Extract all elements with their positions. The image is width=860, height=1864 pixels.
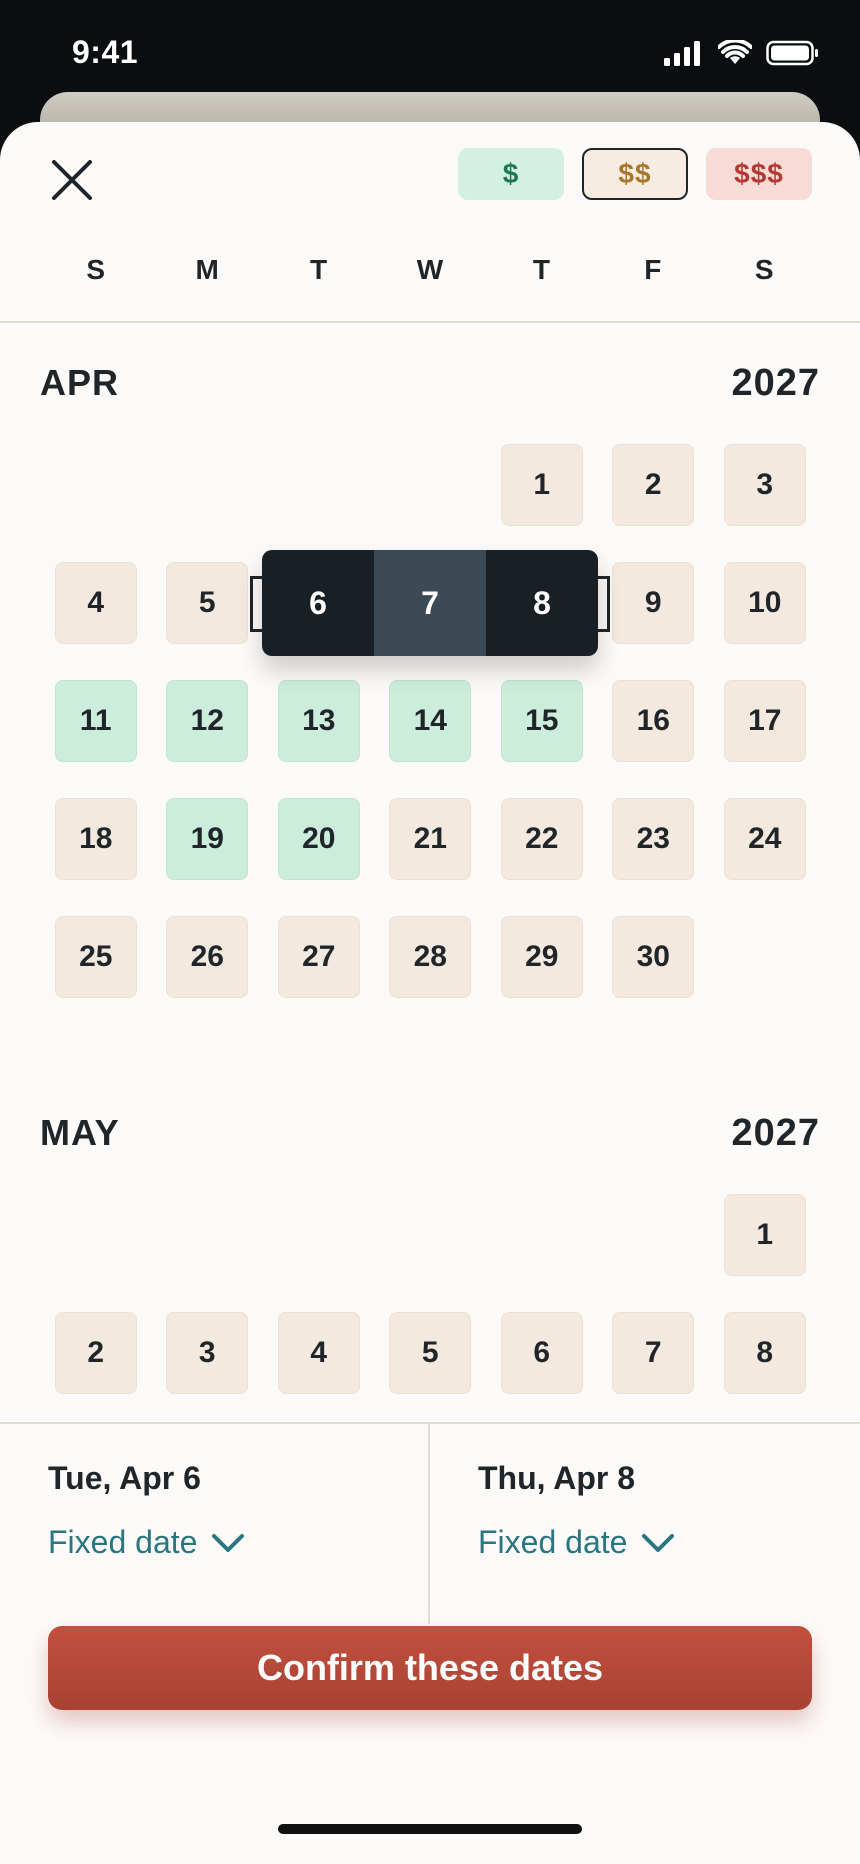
price-filter-mid[interactable]: $$	[582, 148, 688, 200]
calendar-day[interactable]: 30	[612, 916, 695, 998]
calendar-day[interactable]: 5	[166, 562, 249, 644]
end-date-mode-dropdown[interactable]: Fixed date	[478, 1524, 675, 1561]
weekday-label: T	[532, 254, 550, 285]
divider	[0, 321, 860, 323]
price-filter-high[interactable]: $$$	[706, 148, 812, 200]
weekday-label: F	[644, 254, 662, 285]
close-icon	[52, 160, 92, 200]
wifi-icon	[718, 40, 752, 64]
calendar-day[interactable]: 12	[166, 680, 249, 762]
calendar-day[interactable]: 15	[500, 680, 583, 762]
calendar-day[interactable]: 29	[500, 916, 583, 998]
close-button[interactable]	[42, 150, 102, 210]
calendar-day[interactable]: 2	[54, 1312, 137, 1394]
calendar-day[interactable]: 2	[612, 444, 695, 526]
weekday-header: S M T W T F S	[40, 254, 820, 314]
calendar-day[interactable]: 20	[277, 798, 360, 880]
calendar-day[interactable]: 21	[389, 798, 472, 880]
calendar-day[interactable]: 11	[54, 680, 137, 762]
weekday-label: S	[754, 254, 774, 285]
month-year: 2027	[731, 361, 820, 404]
calendar-day[interactable]: 27	[277, 916, 360, 998]
selected-day-middle[interactable]: 7	[374, 550, 486, 656]
end-date-column: Thu, Apr 8 Fixed date	[430, 1424, 860, 1624]
calendar-day[interactable]: 1	[723, 1194, 806, 1276]
calendar-day[interactable]: 9	[612, 562, 695, 644]
start-date-mode-label: Fixed date	[48, 1524, 198, 1560]
confirm-dates-button[interactable]: Confirm these dates	[48, 1626, 812, 1710]
date-summary-panel: Tue, Apr 6 Fixed date Thu, Apr 8 Fixed d…	[0, 1422, 860, 1864]
calendar-day[interactable]: 18	[54, 798, 137, 880]
calendar-day[interactable]: 28	[389, 916, 472, 998]
start-date-mode-dropdown[interactable]: Fixed date	[48, 1524, 245, 1561]
chevron-down-icon	[642, 1533, 675, 1552]
calendar-day[interactable]: 19	[166, 798, 249, 880]
selected-day-start[interactable]: 6	[262, 550, 374, 656]
signal-icon	[664, 41, 700, 66]
calendar-day[interactable]: 1	[500, 444, 583, 526]
weekday-label: S	[86, 254, 106, 285]
selected-day-end[interactable]: 8	[486, 550, 598, 656]
range-end-handle[interactable]	[596, 576, 610, 632]
calendar-day[interactable]: 22	[500, 798, 583, 880]
calendar-day[interactable]: 16	[612, 680, 695, 762]
calendar-day[interactable]: 23	[612, 798, 695, 880]
end-date-mode-label: Fixed date	[478, 1524, 628, 1560]
month-header-may: MAY 2027	[40, 1108, 820, 1158]
calendar-day[interactable]: 25	[54, 916, 137, 998]
price-filters: $ $$ $$$	[458, 148, 812, 200]
month-header-april: APR 2027	[40, 358, 820, 408]
calendar-day[interactable]: 7	[612, 1312, 695, 1394]
month-name: APR	[40, 362, 120, 403]
calendar-day[interactable]: 13	[277, 680, 360, 762]
calendar-day[interactable]: 6	[500, 1312, 583, 1394]
weekday-label: M	[195, 254, 219, 285]
calendar-day[interactable]: 14	[389, 680, 472, 762]
start-date-label: Tue, Apr 6	[48, 1460, 201, 1496]
calendar-day[interactable]: 17	[723, 680, 806, 762]
calendar-day[interactable]: 24	[723, 798, 806, 880]
home-indicator	[278, 1824, 582, 1834]
start-date-column: Tue, Apr 6 Fixed date	[0, 1424, 430, 1624]
price-filter-low[interactable]: $	[458, 148, 564, 200]
calendar-day[interactable]: 4	[54, 562, 137, 644]
calendar-day[interactable]: 10	[723, 562, 806, 644]
month-name: MAY	[40, 1112, 120, 1153]
month-year: 2027	[731, 1111, 820, 1154]
weekday-label: T	[310, 254, 328, 285]
calendar-day[interactable]: 8	[723, 1312, 806, 1394]
status-icons	[664, 40, 820, 66]
calendar-day[interactable]: 26	[166, 916, 249, 998]
calendar-day[interactable]: 4	[277, 1312, 360, 1394]
date-picker-sheet: $ $$ $$$ S M T W T F S APR 2027 1 2 3 4 5 9 10…	[0, 122, 860, 1864]
calendar-day[interactable]: 5	[389, 1312, 472, 1394]
calendar-day[interactable]: 3	[166, 1312, 249, 1394]
status-time: 9:41	[72, 34, 139, 70]
selected-range: 6 7 8	[262, 550, 598, 656]
battery-icon	[766, 40, 818, 66]
calendar-day[interactable]: 3	[723, 444, 806, 526]
chevron-down-icon	[212, 1533, 245, 1552]
weekday-label: W	[416, 254, 444, 285]
end-date-label: Thu, Apr 8	[478, 1460, 636, 1496]
